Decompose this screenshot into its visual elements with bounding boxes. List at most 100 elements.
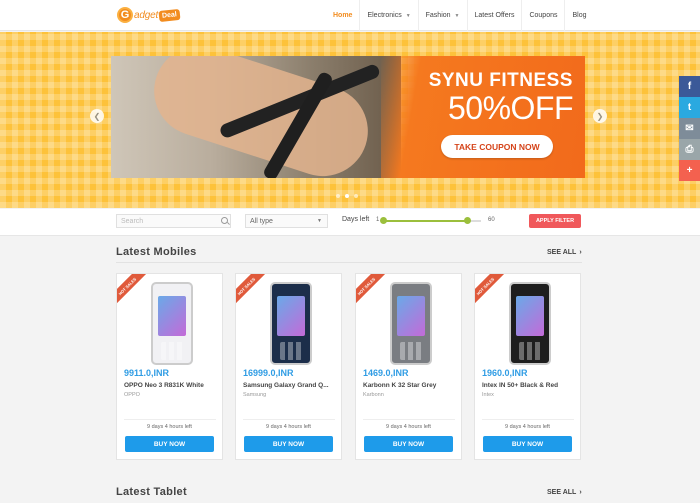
phone-keypad (400, 342, 422, 360)
slider-max-label: 60 (488, 217, 495, 223)
facebook-icon[interactable]: f (679, 76, 700, 97)
phone-keypad (280, 342, 302, 360)
phone-screen (277, 296, 305, 336)
slider-dot[interactable] (354, 194, 358, 198)
product-name[interactable]: Intex IN 50+ Black & Red (482, 382, 578, 389)
nav-item-home[interactable]: Home (326, 0, 359, 31)
social-share-bar: f t ✉ ⎙ + (679, 76, 700, 181)
slide-title: SYNU FITNESS (428, 70, 573, 91)
hot-sales-ribbon: HOT SALES (236, 274, 267, 307)
nav-item-fashion[interactable]: Fashion ▼ (417, 0, 467, 31)
filter-bar: Search All type ▼ Days left 1 60 APPLY F… (0, 209, 700, 236)
nav-item-coupons[interactable]: Coupons (521, 0, 564, 31)
product-image[interactable] (151, 282, 193, 365)
phone-screen (516, 296, 544, 336)
hot-sales-ribbon: HOT SALES (117, 274, 148, 307)
product-brand: OPPO (124, 392, 140, 398)
see-all-label: SEE ALL (547, 249, 577, 256)
header: G adget Deal Home Electronics ▼ Fashion ▼ Lat… (0, 0, 700, 31)
chevron-down-icon: ▼ (405, 12, 411, 19)
product-card[interactable]: HOT SALES 16999.0,INR Samsung Galaxy Grand… (235, 273, 342, 460)
nav-item-label: Coupons (529, 12, 558, 19)
phone-keypad (161, 342, 183, 360)
nav-item-label: Fashion (425, 12, 451, 19)
print-icon[interactable]: ⎙ (679, 139, 700, 160)
product-price: 1960.0,INR (482, 368, 528, 378)
slider-min-label: 1 (376, 217, 380, 223)
buy-now-button[interactable]: BUY NOW (125, 436, 214, 452)
product-card[interactable]: HOT SALES 1469.0,INR Karbonn K 32 Star Gre… (355, 273, 462, 460)
product-name[interactable]: OPPO Neo 3 R831K White (124, 382, 220, 389)
nav-item-label: Home (333, 12, 353, 19)
phone-keypad (519, 342, 541, 360)
nav-item-blog[interactable]: Blog (564, 0, 593, 31)
slide-offer: 50%OFF (447, 90, 574, 126)
logo-mark: G (117, 7, 133, 23)
product-brand: Karbonn (363, 392, 384, 398)
nav-item-electronics[interactable]: Electronics ▼ (359, 0, 417, 31)
slider-dot[interactable] (345, 194, 349, 198)
slider-handle-min[interactable] (379, 217, 387, 224)
slider-next-icon[interactable]: ❯ (593, 109, 607, 123)
product-card[interactable]: HOT SALES 1960.0,INR Intex IN 50+ Black & … (474, 273, 581, 460)
product-price: 16999.0,INR (243, 368, 294, 378)
hot-sales-ribbon: HOT SALES (475, 274, 506, 307)
search-input[interactable]: Search (116, 214, 231, 228)
slider-dot[interactable] (336, 194, 340, 198)
slider-handle-max[interactable] (464, 217, 472, 224)
see-all-mobiles-link[interactable]: SEE ALL › (547, 249, 582, 256)
hero-banner: SYNU FITNESS 50%OFF TAKE COUPON NOW ❮ ❯ (0, 32, 700, 208)
time-left: 9 days 4 hours left (147, 424, 192, 430)
section-divider (116, 262, 582, 263)
phone-screen (158, 296, 186, 336)
slider-prev-icon[interactable]: ❮ (90, 109, 104, 123)
logo-tag: Deal (158, 8, 181, 22)
phone-screen (397, 296, 425, 336)
chevron-right-icon: › (579, 489, 582, 496)
product-card[interactable]: HOT SALES 9911.0,INR OPPO Neo 3 R831K Whit… (116, 273, 223, 460)
apply-filter-button[interactable]: APPLY FILTER (529, 214, 581, 228)
product-image[interactable] (270, 282, 312, 365)
time-left: 9 days 4 hours left (505, 424, 550, 430)
logo[interactable]: G adget Deal (117, 6, 181, 24)
type-select[interactable]: All type ▼ (245, 214, 328, 228)
buy-now-button[interactable]: BUY NOW (244, 436, 333, 452)
section-title-mobiles: Latest Mobiles (116, 246, 197, 258)
card-divider (124, 419, 216, 420)
product-price: 1469.0,INR (363, 368, 409, 378)
buy-now-button[interactable]: BUY NOW (364, 436, 453, 452)
time-left: 9 days 4 hours left (386, 424, 431, 430)
product-price: 9911.0,INR (124, 368, 170, 378)
product-name[interactable]: Karbonn K 32 Star Grey (363, 382, 459, 389)
card-divider (243, 419, 335, 420)
see-all-tablets-link[interactable]: SEE ALL › (547, 489, 582, 496)
buy-now-button[interactable]: BUY NOW (483, 436, 572, 452)
product-brand: Intex (482, 392, 494, 398)
slider-dots (336, 194, 358, 198)
fitness-photo (111, 56, 401, 178)
hero-slide[interactable]: SYNU FITNESS 50%OFF (111, 56, 585, 178)
product-image[interactable] (390, 282, 432, 365)
plus-icon[interactable]: + (679, 160, 700, 181)
mail-icon[interactable]: ✉ (679, 118, 700, 139)
see-all-label: SEE ALL (547, 489, 577, 496)
twitter-icon[interactable]: t (679, 97, 700, 118)
main-nav: Home Electronics ▼ Fashion ▼ Latest Offers Cou… (326, 0, 594, 31)
chevron-down-icon: ▼ (317, 218, 322, 224)
product-brand: Samsung (243, 392, 267, 398)
nav-item-label: Latest Offers (474, 12, 515, 19)
chevron-right-icon: › (579, 249, 582, 256)
type-select-value: All type (250, 217, 273, 225)
nav-item-label: Blog (572, 12, 587, 19)
chevron-down-icon: ▼ (454, 12, 460, 19)
slider-fill (383, 220, 468, 222)
product-image[interactable] (509, 282, 551, 365)
section-title-tablets: Latest Tablet (116, 486, 187, 498)
nav-item-label: Electronics (367, 12, 402, 19)
product-name[interactable]: Samsung Galaxy Grand Q... (243, 382, 339, 389)
card-divider (363, 419, 455, 420)
take-coupon-button[interactable]: TAKE COUPON NOW (441, 135, 553, 158)
nav-item-latest-offers[interactable]: Latest Offers (466, 0, 522, 31)
search-icon[interactable] (221, 217, 228, 224)
days-left-label: Days left (342, 216, 370, 223)
